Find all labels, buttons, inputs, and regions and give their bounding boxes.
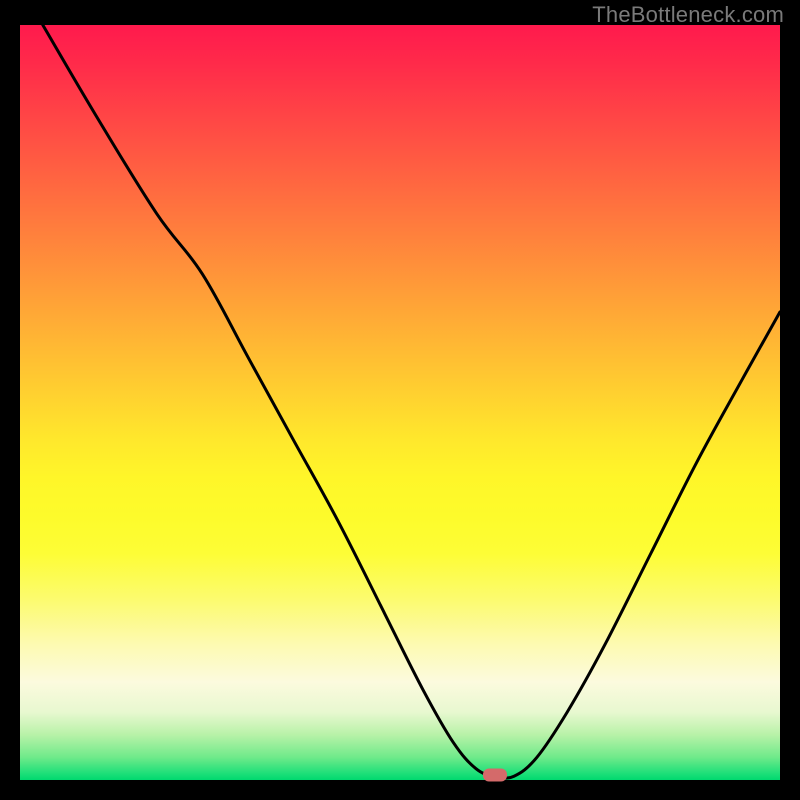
optimal-marker [483,768,507,781]
chart-frame: TheBottleneck.com [0,0,800,800]
plot-area [20,25,780,780]
curve-svg [20,25,780,780]
bottleneck-curve [43,25,780,778]
